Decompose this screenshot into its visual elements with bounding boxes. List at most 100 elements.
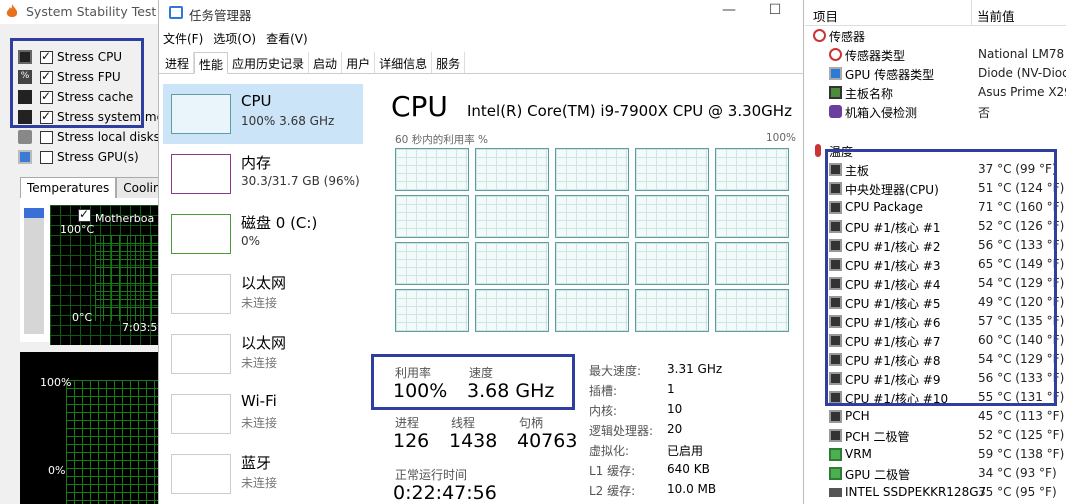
resource-detail: 30.3/31.7 GB (96%)	[241, 174, 360, 188]
resource-item[interactable]: CPU 100% 3.68 GHz	[163, 84, 363, 144]
cpu-detail-value: 10	[667, 402, 683, 416]
temperature-row[interactable]: PCH 45 °C (113 °F)	[805, 407, 1066, 426]
usage-axis-top: 100%	[40, 376, 72, 389]
cpu-performance-panel: CPU Intel(R) Core(TM) i9-7900X CPU @ 3.3…	[371, 74, 803, 504]
column-item[interactable]: 项目	[813, 6, 838, 25]
menu-bar: 文件(F) 选项(O) 查看(V)	[163, 30, 308, 46]
utilization-highlight-box	[371, 354, 575, 410]
menu-view[interactable]: 查看(V)	[266, 30, 308, 46]
sensor-label: 传感器类型	[845, 49, 906, 63]
minimize-button[interactable]: —	[707, 2, 751, 22]
logical-processor-graph	[715, 289, 789, 332]
cpu-detail-value: 10.0 MB	[667, 482, 717, 496]
sensor-group-header[interactable]: 传感器	[805, 26, 1066, 45]
utilization-graph-label: 60 秒内的利用率 %	[395, 134, 489, 146]
sensor-group-icon	[813, 29, 826, 42]
cpu-detail-key: 逻辑处理器:	[589, 424, 654, 438]
resource-name: 以太网	[241, 334, 287, 352]
resource-name: 磁盘 0 (C:)	[241, 214, 318, 232]
sensor-panel: 项目 当前值 传感器传感器类型 National LM78 GPU 传感器类型 Dio…	[805, 0, 1066, 504]
logical-processor-graph	[475, 242, 549, 285]
usage-graph-grid	[66, 380, 160, 504]
temperature-graph: Motherboa 100°C 0°C 7:03:5	[50, 205, 160, 345]
resource-item[interactable]: 磁盘 0 (C:) 0%	[163, 204, 363, 264]
menu-file[interactable]: 文件(F)	[163, 30, 203, 46]
tab-startup[interactable]: 启动	[309, 52, 343, 73]
resource-detail: 100% 3.68 GHz	[241, 114, 335, 128]
logical-processor-graph	[395, 148, 469, 191]
sensor-value: 45 °C (113 °F)	[978, 409, 1065, 423]
resource-thumbnail	[171, 94, 231, 134]
resource-item[interactable]: 以太网 未连接	[163, 324, 363, 384]
stress-option[interactable]: Stress local disks	[18, 128, 160, 146]
column-value[interactable]: 当前值	[977, 6, 1015, 25]
cpu-title: CPU	[391, 90, 448, 123]
logical-processor-graph	[555, 195, 629, 238]
resource-item[interactable]: 内存 30.3/31.7 GB (96%)	[163, 144, 363, 204]
stress-checkbox[interactable]	[40, 130, 53, 144]
chassis-intrusion-icon	[829, 105, 842, 118]
tab-temperatures[interactable]: Temperatures	[20, 177, 117, 199]
sensor-header: 项目 当前值	[805, 0, 1066, 26]
logical-processor-graphs	[395, 148, 799, 334]
temperature-axis-top: 100°C	[60, 223, 95, 236]
resource-name: 以太网	[241, 274, 287, 292]
resource-detail: 未连接	[241, 416, 278, 430]
stress-checkbox[interactable]	[40, 150, 53, 164]
uptime-label: 正常运行时间	[395, 468, 468, 482]
temperature-row[interactable]: PCH 二极管 52 °C (125 °F)	[805, 426, 1066, 445]
temperature-axis-bottom: 0°C	[72, 311, 93, 324]
logical-processor-graph	[475, 289, 549, 332]
tab-details[interactable]: 详细信息	[375, 52, 433, 73]
task-manager-title-bar[interactable]: 任务管理器 — ☐	[159, 0, 803, 26]
sensor-label: VRM	[845, 447, 872, 461]
task-manager-window: 任务管理器 — ☐ 文件(F) 选项(O) 查看(V) 进程 性能 应用历史记录…	[158, 0, 804, 504]
motherboard-series-checkbox[interactable]	[78, 207, 91, 222]
temperature-highlight-box	[825, 149, 1057, 406]
temperature-row[interactable]: GPU 二极管 34 °C (93 °F)	[805, 464, 1066, 483]
logical-processor-graph	[715, 195, 789, 238]
sensor-row[interactable]: 传感器类型 National LM78	[805, 45, 1066, 64]
sensor-value: National LM78	[978, 47, 1065, 61]
temperature-row[interactable]: INTEL SSDPEKKR128G7 35 °C (95 °F)	[805, 483, 1066, 502]
sensor-label: 机箱入侵检测	[845, 106, 918, 120]
maximize-button[interactable]: ☐	[753, 2, 797, 22]
ssd-icon	[829, 488, 842, 497]
sensor-row[interactable]: GPU 传感器类型 Diode (NV-Diod	[805, 64, 1066, 83]
stress-highlight-box	[10, 38, 144, 128]
temperature-row[interactable]: VRM 59 °C (138 °F)	[805, 445, 1066, 464]
scrollbar-thumb[interactable]	[24, 208, 44, 218]
sensor-row[interactable]: 机箱入侵检测 否	[805, 102, 1066, 121]
cpu-detail-key: 内核:	[589, 404, 618, 418]
tab-app-history[interactable]: 应用历史记录	[228, 52, 310, 73]
tab-users[interactable]: 用户	[342, 52, 376, 73]
resource-item[interactable]: Wi-Fi 未连接	[163, 384, 363, 444]
resource-item[interactable]: 蓝牙 未连接	[163, 444, 363, 504]
temperature-scrollbar[interactable]	[24, 208, 44, 334]
flame-icon	[6, 4, 18, 17]
cpu-model: Intel(R) Core(TM) i9-7900X CPU @ 3.30GHz	[467, 102, 792, 120]
column-separator[interactable]	[971, 0, 972, 26]
processes-label: 进程	[395, 416, 420, 430]
resource-thumbnail	[171, 454, 231, 494]
sst-title-bar[interactable]: System Stability Test	[0, 0, 160, 24]
cpu-detail-key: 插槽:	[589, 384, 618, 398]
logical-processor-graph	[635, 148, 709, 191]
tab-processes[interactable]: 进程	[161, 52, 195, 73]
resource-name: CPU	[241, 92, 272, 110]
utilization-graph-max: 100%	[766, 132, 797, 144]
usage-graph: 100% 0%	[20, 352, 160, 504]
logical-processor-graph	[555, 148, 629, 191]
resource-item[interactable]: 以太网 未连接	[163, 264, 363, 324]
tab-services[interactable]: 服务	[432, 52, 466, 73]
tab-cooling[interactable]: Cooling	[116, 177, 160, 199]
gpu-icon	[829, 467, 842, 480]
logical-processor-graph	[715, 242, 789, 285]
processes-value: 126	[393, 430, 430, 452]
thermometer-icon	[815, 144, 821, 157]
stress-option[interactable]: Stress GPU(s)	[18, 148, 139, 166]
tab-performance[interactable]: 性能	[194, 52, 229, 74]
vrm-icon	[829, 448, 842, 461]
sensor-row[interactable]: 主板名称 Asus Prime X299	[805, 83, 1066, 102]
menu-options[interactable]: 选项(O)	[213, 30, 256, 46]
